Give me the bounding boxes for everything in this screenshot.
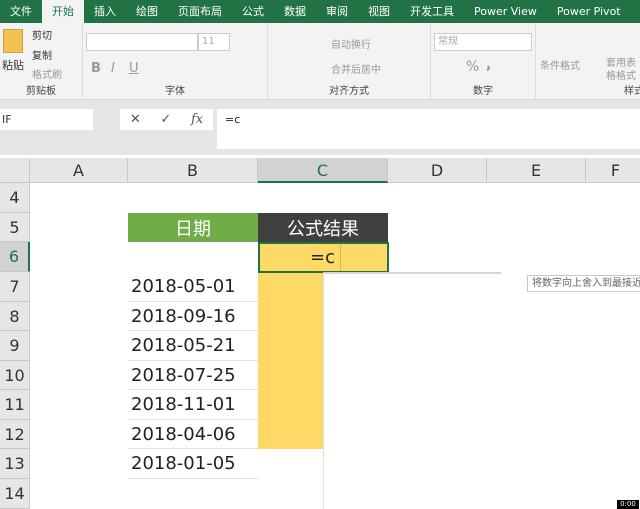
date-cell[interactable]: 2018-07-25: [128, 361, 258, 390]
formula-input[interactable]: =c: [217, 109, 640, 149]
ribbon: 粘贴 剪切 复制 格式刷 剪贴板 11 B I U 字体 自动换行 合并后居中 …: [0, 23, 640, 100]
font-label: 字体: [165, 86, 185, 97]
font-size-select[interactable]: 11: [198, 33, 230, 51]
row-header-8[interactable]: 8: [0, 302, 30, 331]
format-as-table-button[interactable]: 套用表格格式: [606, 57, 636, 83]
select-all-button[interactable]: [0, 158, 30, 183]
paste-button[interactable]: 粘贴: [2, 57, 24, 73]
row-header-7[interactable]: 7: [0, 272, 30, 302]
styles-group: 条件格式 套用表格格式 样式: [536, 23, 640, 100]
name-box[interactable]: IF: [0, 109, 93, 130]
styles-label: 样式: [624, 86, 640, 97]
date-cell[interactable]: 2018-05-21: [128, 331, 258, 361]
clipboard-group: 粘贴 剪切 复制 格式刷 剪贴板: [0, 23, 83, 100]
font-group: 11 B I U 字体: [83, 23, 268, 100]
row-header-13[interactable]: 13: [0, 449, 30, 479]
row-header-9[interactable]: 9: [0, 331, 30, 361]
formula-bar: IF ✕ ✓ fx =c: [0, 100, 640, 155]
row-header-4[interactable]: 4: [0, 183, 30, 213]
tab-file[interactable]: 文件: [0, 0, 42, 23]
result-cells[interactable]: [258, 272, 324, 449]
italic-button[interactable]: I: [111, 61, 115, 76]
number-group: 常规 % , 数字: [431, 23, 536, 100]
column-header-d[interactable]: D: [388, 158, 487, 183]
cell-editor-text[interactable]: =c: [310, 247, 335, 268]
alignment-group: 自动换行 合并后居中 对齐方式: [268, 23, 431, 100]
alignment-label: 对齐方式: [329, 86, 369, 97]
cancel-icon[interactable]: ✕: [130, 112, 141, 127]
tab-insert[interactable]: 插入: [84, 0, 126, 23]
column-header-c[interactable]: C: [258, 158, 388, 183]
bold-button[interactable]: B: [91, 61, 101, 76]
insert-function-icon[interactable]: fx: [191, 112, 203, 127]
date-cell[interactable]: 2018-04-06: [128, 420, 258, 449]
enter-icon[interactable]: ✓: [160, 112, 171, 127]
formula-buttons: ✕ ✓ fx: [120, 109, 213, 130]
function-tooltip: 将数字向上舍入到最接近: [527, 275, 640, 292]
font-name-select[interactable]: [86, 33, 198, 51]
comma-button[interactable]: ,: [486, 57, 491, 73]
number-format-select[interactable]: 常规: [434, 33, 532, 51]
row-header-14[interactable]: 14: [0, 479, 30, 509]
active-cell-c6[interactable]: =c: [258, 242, 389, 273]
date-cell[interactable]: 2018-09-16: [128, 302, 258, 331]
merge-center-button[interactable]: 合并后居中: [331, 61, 381, 76]
row-header-11[interactable]: 11: [0, 390, 30, 420]
row-header-5[interactable]: 5: [0, 213, 30, 242]
ribbon-tabs: 文件 开始 插入 绘图 页面布局 公式 数据 审阅 视图 开发工具 Power …: [0, 0, 640, 23]
paste-icon[interactable]: [3, 29, 23, 53]
column-header-f[interactable]: F: [586, 158, 640, 183]
cell-divider: [340, 244, 341, 271]
column-header-b[interactable]: B: [128, 158, 258, 183]
tab-power-view[interactable]: Power View: [464, 0, 547, 23]
tab-power-pivot[interactable]: Power Pivot: [547, 0, 631, 23]
format-painter-button[interactable]: 格式刷: [32, 66, 62, 81]
wrap-text-button[interactable]: 自动换行: [331, 36, 371, 51]
header-date[interactable]: 日期: [128, 213, 258, 242]
percent-button[interactable]: %: [466, 59, 479, 75]
copy-button[interactable]: 复制: [32, 47, 52, 62]
date-cell[interactable]: 2018-11-01: [128, 390, 258, 420]
tab-draw[interactable]: 绘图: [126, 0, 168, 23]
row-header-6[interactable]: 6: [0, 242, 30, 272]
tab-developer[interactable]: 开发工具: [400, 0, 464, 23]
clipboard-label: 剪贴板: [26, 86, 56, 97]
tab-view[interactable]: 视图: [358, 0, 400, 23]
row-header-12[interactable]: 12: [0, 420, 30, 449]
date-cell[interactable]: 2018-05-01: [128, 272, 258, 302]
cut-button[interactable]: 剪切: [32, 27, 52, 42]
tab-home[interactable]: 开始: [42, 0, 84, 23]
tab-review[interactable]: 审阅: [316, 0, 358, 23]
autocomplete-dropdown[interactable]: [323, 272, 501, 509]
date-cell[interactable]: 2018-01-05: [128, 449, 258, 479]
header-result[interactable]: 公式结果: [258, 213, 388, 242]
timer-badge: 0:00: [617, 500, 639, 509]
column-header-e[interactable]: E: [487, 158, 586, 183]
tab-page-layout[interactable]: 页面布局: [168, 0, 232, 23]
row-header-10[interactable]: 10: [0, 361, 30, 390]
tab-data[interactable]: 数据: [274, 0, 316, 23]
tab-formulas[interactable]: 公式: [232, 0, 274, 23]
column-header-a[interactable]: A: [30, 158, 128, 183]
underline-button[interactable]: U: [129, 61, 139, 76]
conditional-format-button[interactable]: 条件格式: [540, 57, 580, 72]
number-label: 数字: [473, 86, 493, 97]
